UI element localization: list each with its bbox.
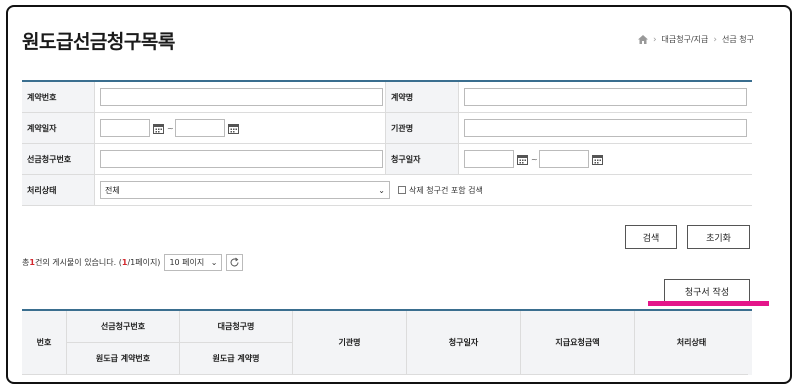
contract-date-cell: ~ (95, 113, 386, 143)
count-suffix: 건의 게시물이 있습니다. ( (34, 258, 122, 267)
header-requested-amount: 지급요청금액 (521, 311, 635, 375)
contract-date-start-input[interactable] (100, 119, 150, 137)
header-advance-claim-no: 선금청구번호 (67, 311, 180, 343)
header-group-claim-contract: 선금청구번호 대금청구명 원도급 계약번호 원도급 계약명 (67, 311, 293, 375)
table-header-row: 번호 선금청구번호 대금청구명 원도급 계약번호 원도급 계약명 기관명 청구일… (22, 311, 752, 375)
status-cell: 전체 ⌄ 삭제 청구건 포함 검색 (95, 175, 752, 205)
search-form: 계약번호 계약명 계약일자 ~ 기관명 선금청구번호 청구일자 ~ 처리상태 전… (22, 80, 752, 206)
chevron-down-icon: ⌄ (378, 185, 385, 195)
contract-no-input[interactable] (100, 88, 383, 106)
calendar-icon[interactable] (153, 123, 164, 134)
contract-name-input[interactable] (464, 88, 747, 106)
refresh-button[interactable] (226, 254, 244, 271)
header-prime-contract-name: 원도급 계약명 (180, 343, 293, 375)
contract-no-cell (95, 82, 386, 112)
page-size-value: 10 페이지 (169, 258, 205, 267)
page-size-select[interactable]: 10 페이지 ⌄ (164, 254, 223, 271)
header-no: 번호 (22, 311, 67, 375)
advance-claim-no-cell (95, 144, 386, 174)
header-prime-contract-no: 원도급 계약번호 (67, 343, 180, 375)
chevron-down-icon: ⌄ (210, 258, 218, 267)
claim-date-label: 청구일자 (386, 144, 459, 174)
breadcrumb-separator: › (652, 34, 657, 45)
search-row-claim: 선금청구번호 청구일자 ~ (22, 144, 752, 175)
header-agency: 기관명 (293, 311, 407, 375)
claim-date-end-input[interactable] (538, 150, 589, 168)
breadcrumb: › 대금청구/지급 › 선금 청구 (637, 34, 754, 45)
status-select-value: 전체 (105, 185, 120, 195)
refresh-icon (230, 257, 239, 267)
claims-table: 번호 선금청구번호 대금청구명 원도급 계약번호 원도급 계약명 기관명 청구일… (22, 309, 752, 375)
search-row-contract: 계약번호 계약명 (22, 82, 752, 113)
count-prefix: 총 (22, 258, 30, 267)
checkbox-icon[interactable] (398, 186, 406, 194)
contract-name-cell (459, 82, 752, 112)
highlight-mark (648, 301, 769, 306)
agency-label: 기관명 (386, 113, 459, 143)
advance-claim-no-input[interactable] (100, 150, 383, 168)
agency-cell (459, 113, 752, 143)
reset-button[interactable]: 초기화 (687, 225, 750, 249)
date-range-tilde: ~ (531, 154, 538, 164)
search-row-date-agency: 계약일자 ~ 기관명 (22, 113, 752, 144)
header-status: 처리상태 (635, 311, 748, 375)
search-row-status: 처리상태 전체 ⌄ 삭제 청구건 포함 검색 (22, 175, 752, 206)
contract-no-label: 계약번호 (22, 82, 95, 112)
include-deleted-label: 삭제 청구건 포함 검색 (409, 185, 483, 195)
status-label: 처리상태 (22, 175, 95, 205)
contract-date-label: 계약일자 (22, 113, 95, 143)
agency-input[interactable] (464, 119, 747, 137)
calendar-icon[interactable] (517, 154, 528, 165)
breadcrumb-item[interactable]: 대금청구/지급 (662, 34, 709, 45)
header-claim-date: 청구일자 (407, 311, 521, 375)
contract-name-label: 계약명 (386, 82, 459, 112)
page-title: 원도급선금청구목록 (22, 31, 175, 53)
claim-date-cell: ~ (459, 144, 752, 174)
result-count: 총 1 건의 게시물이 있습니다. ( 1 /1페이지) 10 페이지 ⌄ (22, 254, 244, 271)
include-deleted-option[interactable]: 삭제 청구건 포함 검색 (398, 185, 483, 196)
app-frame: 원도급선금청구목록 › 대금청구/지급 › 선금 청구 계약번호 계약명 계약일… (6, 5, 792, 384)
contract-date-end-input[interactable] (174, 119, 225, 137)
breadcrumb-separator: › (713, 34, 718, 45)
home-icon[interactable] (637, 35, 648, 44)
calendar-icon[interactable] (227, 123, 239, 134)
search-button[interactable]: 검색 (625, 225, 677, 249)
page-total: /1페이지) (127, 258, 161, 267)
status-select[interactable]: 전체 ⌄ (100, 181, 390, 199)
calendar-icon[interactable] (591, 154, 603, 165)
header-payment-claim-name: 대금청구명 (180, 311, 293, 343)
date-range-tilde: ~ (167, 123, 174, 133)
breadcrumb-item-current[interactable]: 선금 청구 (722, 34, 754, 45)
claim-date-start-input[interactable] (464, 150, 514, 168)
advance-claim-no-label: 선금청구번호 (22, 144, 95, 174)
